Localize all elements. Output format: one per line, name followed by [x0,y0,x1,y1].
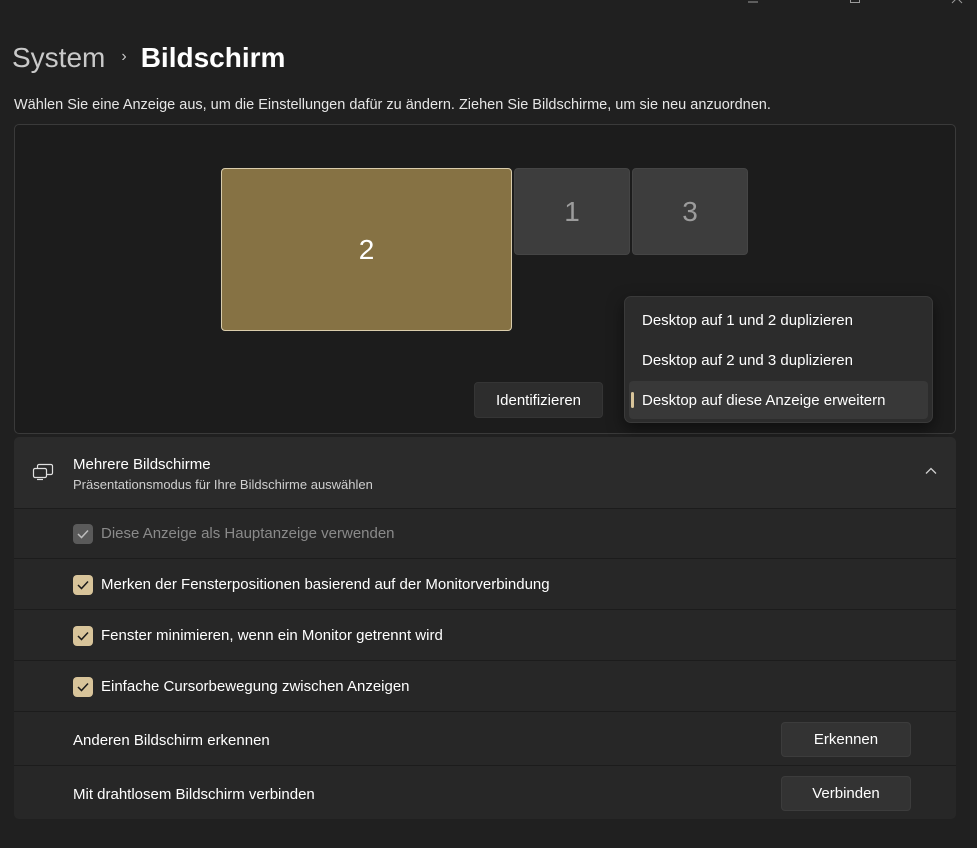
option-row-remember-positions: Merken der Fensterpositionen basierend a… [14,558,956,609]
multiple-displays-icon [32,463,54,481]
main-display-checkbox [73,524,93,544]
checkmark-icon [77,682,89,692]
section-title: Mehrere Bildschirme [73,456,211,473]
minimize-icon[interactable] [747,0,759,4]
close-icon[interactable] [951,0,963,4]
monitor-1[interactable]: 1 [514,168,630,255]
arrangement-instruction: Wählen Sie eine Anzeige aus, um die Eins… [14,97,771,113]
option-row-main-display: Diese Anzeige als Hauptanzeige verwenden [14,508,956,558]
dropdown-item-extend[interactable]: Desktop auf diese Anzeige erweitern [629,381,928,419]
chevron-right-icon: › [121,48,127,65]
detect-display-label: Anderen Bildschirm erkennen [73,732,270,749]
checkmark-icon [77,580,89,590]
main-display-label: Diese Anzeige als Hauptanzeige verwenden [101,525,395,542]
multiple-displays-section: Mehrere Bildschirme Präsentationsmodus f… [14,437,956,819]
display-mode-dropdown: Desktop auf 1 und 2 duplizieren Desktop … [624,296,933,423]
identify-button[interactable]: Identifizieren [474,382,603,418]
cursor-movement-checkbox[interactable] [73,677,93,697]
breadcrumb: System › Bildschirm [12,40,285,76]
connect-button[interactable]: Verbinden [781,776,911,811]
settings-page: System › Bildschirm Wählen Sie eine Anze… [0,0,977,848]
remember-positions-checkbox[interactable] [73,575,93,595]
detect-display-row: Anderen Bildschirm erkennen Erkennen [14,711,956,765]
monitor-2[interactable]: 2 [221,168,512,331]
dropdown-item-duplicate-2-3[interactable]: Desktop auf 2 und 3 duplizieren [629,341,928,379]
wireless-display-label: Mit drahtlosem Bildschirm verbinden [73,786,315,803]
checkmark-icon [77,631,89,641]
chevron-up-icon[interactable] [924,464,938,478]
window-controls [747,0,963,4]
option-row-cursor-movement: Einfache Cursorbewegung zwischen Anzeige… [14,660,956,711]
breadcrumb-system[interactable]: System [12,42,105,74]
minimize-windows-label[interactable]: Fenster minimieren, wenn ein Monitor get… [101,627,443,644]
remember-positions-label[interactable]: Merken der Fensterpositionen basierend a… [101,576,550,593]
minimize-windows-checkbox[interactable] [73,626,93,646]
multiple-displays-header[interactable]: Mehrere Bildschirme Präsentationsmodus f… [14,437,956,508]
detect-button[interactable]: Erkennen [781,722,911,757]
cursor-movement-label[interactable]: Einfache Cursorbewegung zwischen Anzeige… [101,678,410,695]
wireless-display-row: Mit drahtlosem Bildschirm verbinden Verb… [14,765,956,819]
section-subtitle: Präsentationsmodus für Ihre Bildschirme … [73,477,373,492]
dropdown-item-duplicate-1-2[interactable]: Desktop auf 1 und 2 duplizieren [629,301,928,339]
maximize-icon[interactable] [849,0,861,4]
page-title: Bildschirm [140,42,286,73]
checkmark-icon [77,529,89,539]
option-row-minimize-windows: Fenster minimieren, wenn ein Monitor get… [14,609,956,660]
monitor-3[interactable]: 3 [632,168,748,255]
